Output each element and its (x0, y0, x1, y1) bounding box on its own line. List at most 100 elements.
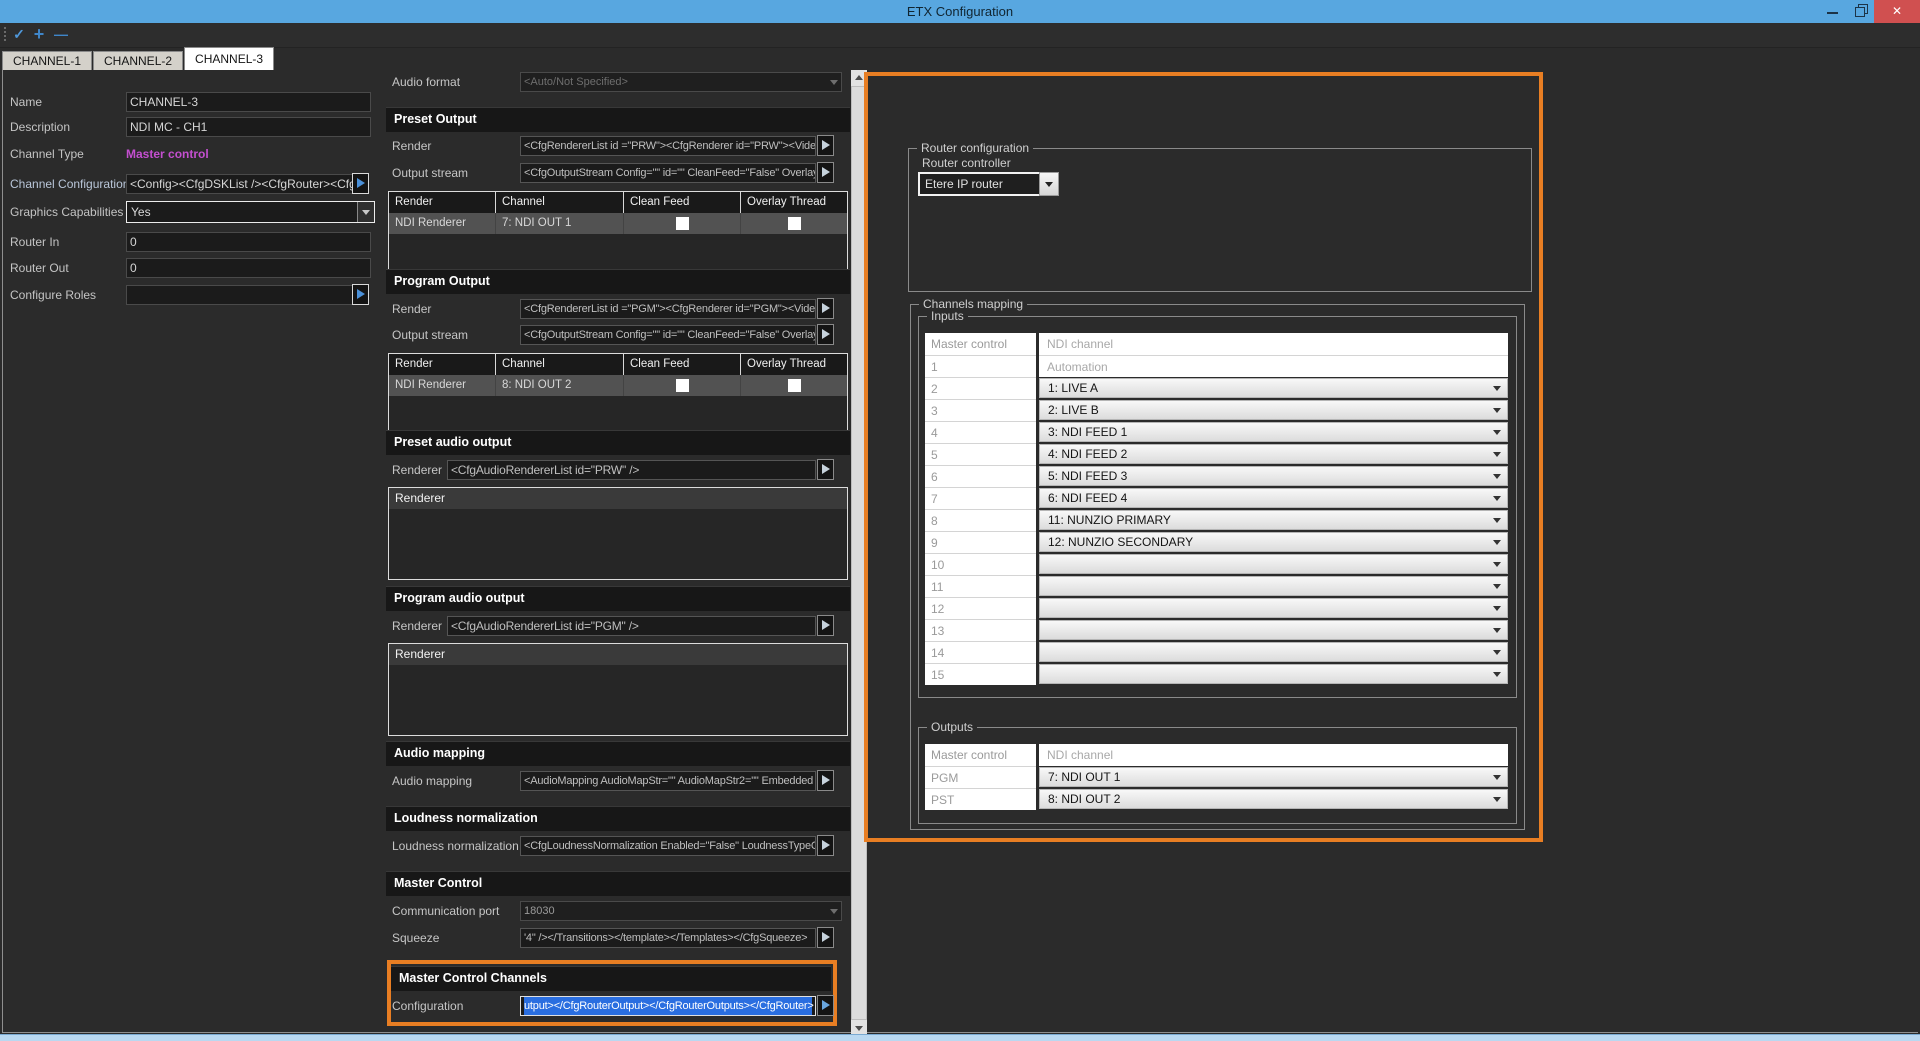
name-input[interactable]: CHANNEL-3 (126, 92, 371, 112)
preset-stream-expand-button[interactable] (817, 162, 834, 183)
chevron-down-icon (1493, 606, 1501, 611)
router-in-input[interactable]: 0 (126, 232, 371, 252)
ndi-channel-dropdown[interactable]: 12: NUNZIO SECONDARY (1039, 532, 1508, 552)
dropdown-button[interactable] (357, 202, 374, 222)
ndi-channel-dropdown[interactable]: 8: NDI OUT 2 (1039, 789, 1508, 809)
channel-cell: 8: NDI OUT 2 (495, 375, 623, 396)
master-control-header: Master Control (386, 871, 850, 896)
inputs-row-12: 12 (925, 597, 1508, 619)
clean-feed-checkbox[interactable] (676, 379, 689, 392)
toolbar-grip[interactable] (4, 27, 6, 43)
tab-channel-3[interactable]: CHANNEL-3 (184, 47, 274, 70)
program-audio-renderer-input[interactable]: <CfgAudioRendererList id="PGM" /> (447, 616, 816, 636)
ndi-channel-dropdown[interactable] (1039, 620, 1508, 640)
ndi-channel-dropdown[interactable]: 5: NDI FEED 3 (1039, 466, 1508, 486)
outputs-row-pst: PST 8: NDI OUT 2 (925, 788, 1508, 810)
tab-channel-2[interactable]: CHANNEL-2 (93, 51, 183, 70)
ndi-channel-dropdown[interactable] (1039, 554, 1508, 574)
program-render-label: Render (392, 299, 431, 319)
router-controller-select[interactable]: Etere IP router (918, 172, 1042, 196)
table-row[interactable]: NDI Renderer 8: NDI OUT 2 (389, 375, 847, 396)
col-overlay-thread: Overlay Thread (740, 354, 847, 375)
tab-channel-1[interactable]: CHANNEL-1 (2, 51, 92, 70)
inputs-row-6: 6 5: NDI FEED 3 (925, 465, 1508, 487)
section-title: Master Control (394, 876, 482, 890)
configure-roles-input[interactable] (126, 285, 355, 305)
add-channel-icon[interactable]: + (30, 25, 48, 43)
titlebar: ETX Configuration ✕ (0, 0, 1920, 23)
preset-audio-renderer-input[interactable]: <CfgAudioRendererList id="PRW" /> (447, 460, 816, 480)
configuration-input[interactable]: utput></CfgRouterOutput></CfgRouterOutpu… (520, 996, 816, 1016)
inputs-row-10: 10 (925, 553, 1508, 575)
communication-port-select[interactable]: 18030 (520, 901, 842, 921)
channel-type-label: Channel Type (10, 144, 84, 164)
chevron-down-icon (1045, 182, 1053, 187)
ndi-channel-dropdown[interactable]: 3: NDI FEED 1 (1039, 422, 1508, 442)
ndi-channel-dropdown[interactable] (1039, 664, 1508, 684)
preset-render-input[interactable]: <CfgRendererList id ="PRW"><CfgRenderer … (520, 136, 816, 156)
audio-mapping-input[interactable]: <AudioMapping AudioMapStr="" AudioMapStr… (520, 771, 816, 791)
channel-configuration-expand-button[interactable] (352, 173, 369, 194)
program-stream-expand-button[interactable] (817, 324, 834, 345)
program-stream-input[interactable]: <CfgOutputStream Config="" id="" CleanFe… (520, 325, 816, 345)
table-empty-area (389, 396, 847, 433)
chevron-down-icon (1493, 562, 1501, 567)
graphics-capabilities-select[interactable]: Yes (126, 201, 375, 223)
squeeze-expand-button[interactable] (817, 927, 834, 948)
router-controller-dropdown-button[interactable] (1039, 172, 1059, 196)
router-out-input[interactable]: 0 (126, 258, 371, 278)
ndi-channel-dropdown[interactable] (1039, 576, 1508, 596)
table-row[interactable]: NDI Renderer 7: NDI OUT 1 (389, 213, 847, 234)
confirm-icon[interactable]: ✓ (10, 25, 28, 43)
graphics-capabilities-label: Graphics Capabilities (10, 202, 123, 222)
input-number-cell: 1 (925, 355, 1036, 377)
overlay-thread-checkbox[interactable] (788, 379, 801, 392)
overlay-thread-checkbox[interactable] (788, 217, 801, 230)
minimize-button[interactable] (1818, 0, 1846, 23)
program-render-input[interactable]: <CfgRendererList id ="PGM"><CfgRenderer … (520, 299, 816, 319)
ndi-channel-dropdown[interactable]: 4: NDI FEED 2 (1039, 444, 1508, 464)
ndi-channel-value: 3: NDI FEED 1 (1040, 423, 1507, 441)
overlay-thread-cell (740, 375, 847, 396)
program-audio-expand-button[interactable] (817, 615, 834, 636)
chevron-down-icon (1493, 797, 1501, 802)
preset-audio-expand-button[interactable] (817, 459, 834, 480)
render-cell: NDI Renderer (389, 213, 495, 234)
configure-roles-label: Configure Roles (10, 285, 96, 305)
audio-mapping-label: Audio mapping (392, 771, 472, 791)
ndi-channel-dropdown[interactable]: 11: NUNZIO PRIMARY (1039, 510, 1508, 530)
remove-channel-icon[interactable]: — (52, 25, 70, 43)
ndi-channel-dropdown[interactable]: 1: LIVE A (1039, 378, 1508, 398)
renderer-list-empty (389, 509, 847, 579)
loudness-expand-button[interactable] (817, 835, 834, 856)
preset-stream-input[interactable]: <CfgOutputStream Config="" id="" CleanFe… (520, 163, 816, 183)
restore-icon (1855, 7, 1865, 17)
configuration-expand-button[interactable] (817, 995, 834, 1016)
restore-button[interactable] (1846, 0, 1874, 23)
loudness-input[interactable]: <CfgLoudnessNormalization Enabled="False… (520, 836, 816, 856)
channel-configuration-input[interactable]: <Config><CfgDSKList /><CfgRouter><CfgRou… (126, 174, 355, 194)
close-button[interactable]: ✕ (1874, 0, 1920, 23)
ndi-channel-dropdown[interactable] (1039, 642, 1508, 662)
configure-roles-expand-button[interactable] (352, 284, 369, 305)
audio-format-label: Audio format (392, 72, 460, 92)
ndi-channel-dropdown[interactable]: 6: NDI FEED 4 (1039, 488, 1508, 508)
preset-render-expand-button[interactable] (817, 135, 834, 156)
clean-feed-checkbox[interactable] (676, 217, 689, 230)
program-render-expand-button[interactable] (817, 298, 834, 319)
ndi-channel-dropdown[interactable] (1039, 598, 1508, 618)
ndi-channel-value: 1: LIVE A (1040, 379, 1507, 397)
audio-format-select[interactable]: <Auto/Not Specified> (520, 72, 842, 92)
clean-feed-cell (623, 213, 740, 234)
outputs-header-row: Master control output NDI channel (925, 744, 1508, 766)
renderer-list-header: Renderer (389, 488, 847, 509)
inputs-row-9: 9 12: NUNZIO SECONDARY (925, 531, 1508, 553)
ndi-channel-dropdown[interactable]: 7: NDI OUT 1 (1039, 767, 1508, 787)
inputs-row-1: 1 Automation (925, 355, 1508, 377)
input-number-cell: 9 (925, 531, 1036, 553)
squeeze-input[interactable]: '4" /></Transitions></template></Templat… (520, 928, 816, 948)
ndi-channel-dropdown[interactable]: 2: LIVE B (1039, 400, 1508, 420)
audio-mapping-expand-button[interactable] (817, 770, 834, 791)
inputs-row-4: 4 3: NDI FEED 1 (925, 421, 1508, 443)
description-input[interactable]: NDI MC - CH1 (126, 117, 371, 137)
